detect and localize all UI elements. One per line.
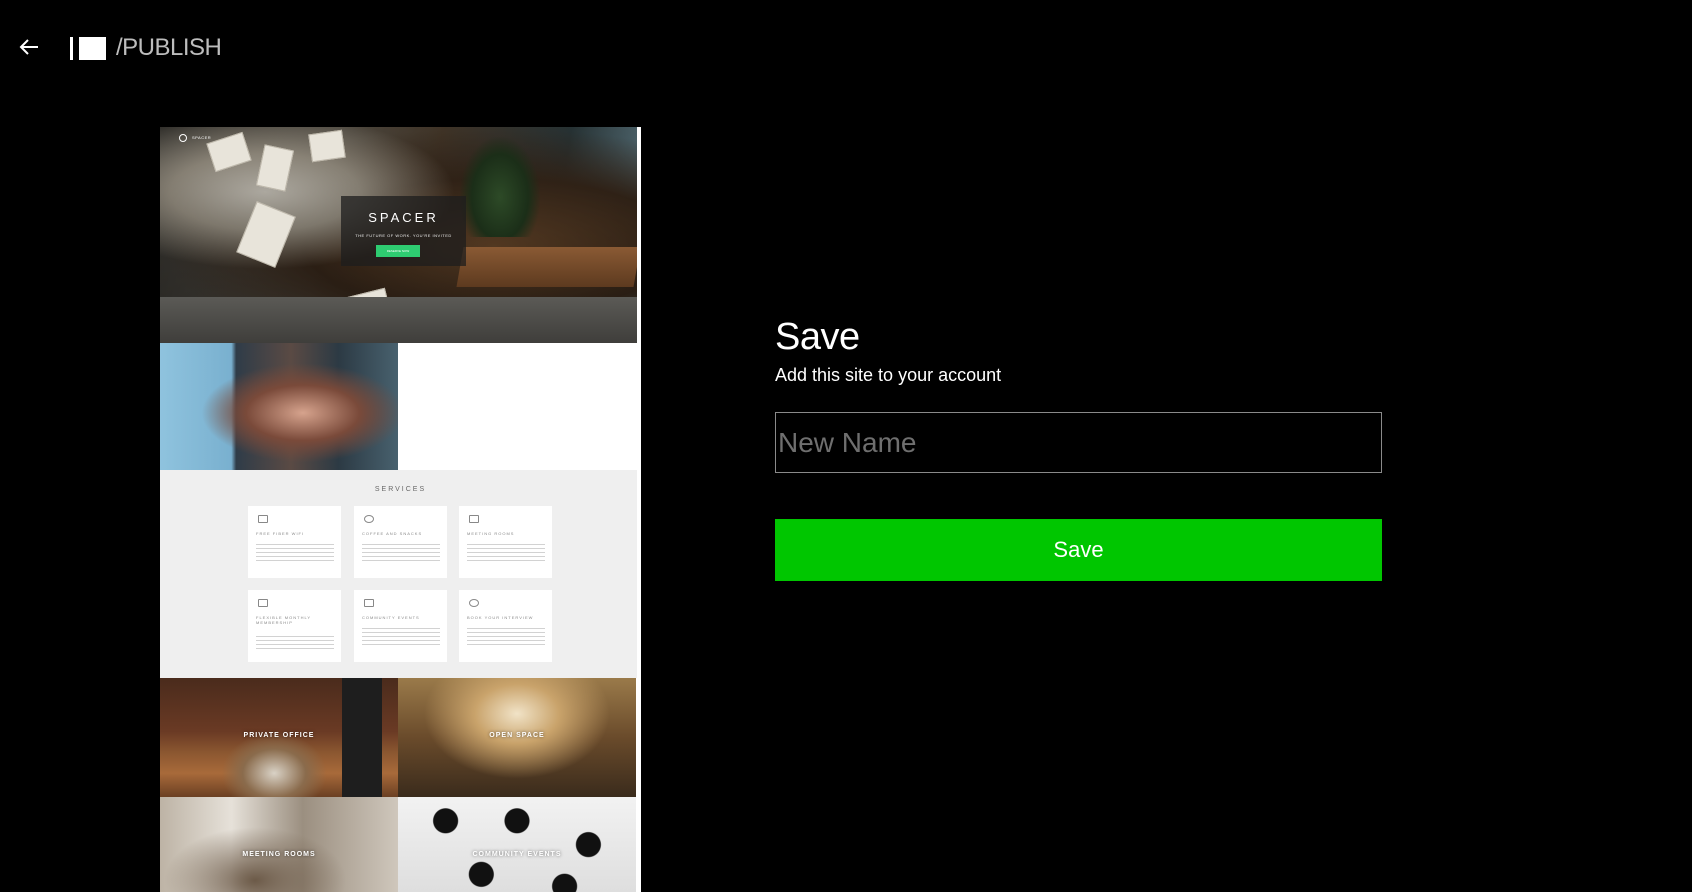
site-preview: SPACER SPACER THE FUTURE OF WORK. YOU'RE… [160, 127, 641, 892]
brand-icon [179, 134, 187, 142]
preview-hero: SPACER SPACER THE FUTURE OF WORK. YOU'RE… [160, 127, 637, 343]
tile-label: COMMUNITY EVENTS [472, 851, 562, 858]
newspaper-decoration [206, 131, 252, 173]
hero-plant [460, 137, 540, 237]
newspaper-decoration [308, 129, 346, 163]
tile-label: PRIVATE OFFICE [243, 732, 315, 739]
meeting-icon [469, 515, 479, 523]
breadcrumb: /PUBLISH [116, 34, 222, 61]
hero-title: SPACER [368, 210, 439, 225]
preview-brand: SPACER [192, 135, 212, 140]
hero-cta-button: RESERVE NOW [376, 245, 420, 257]
service-name: COMMUNITY EVENTS [362, 615, 420, 620]
publisher-logo-icon[interactable] [70, 37, 106, 60]
service-name: FLEXIBLE MONTHLY MEMBERSHIP [256, 615, 311, 625]
newspaper-decoration [236, 201, 296, 268]
service-card: FREE FIBER WIFI [248, 506, 341, 578]
save-subtitle: Add this site to your account [775, 365, 1002, 385]
brain-icon [469, 599, 479, 607]
hero-table [456, 247, 637, 287]
services-title: SERVICES [374, 486, 427, 493]
service-card: COMMUNITY EVENTS [354, 590, 447, 662]
hero-floor [160, 297, 637, 343]
service-text [256, 544, 334, 562]
site-name-input[interactable] [775, 412, 1382, 473]
save-button[interactable]: Save [775, 519, 1382, 581]
service-name: FREE FIBER WIFI [256, 531, 305, 536]
service-card: COFFEE AND SNACKS [354, 506, 447, 578]
service-card: BOOK YOUR INTERVIEW [459, 590, 552, 662]
tile-open-space: OPEN SPACE [398, 678, 636, 797]
service-text [362, 544, 440, 562]
tile-community-events: COMMUNITY EVENTS [398, 797, 636, 892]
preview-intro-row [160, 343, 637, 470]
tile-meeting-rooms: MEETING ROOMS [160, 797, 398, 892]
cafe-photo [160, 343, 398, 470]
service-text [362, 628, 440, 646]
preview-services: SERVICES FREE FIBER WIFI COFFEE AND SNAC… [160, 470, 637, 678]
top-bar: /PUBLISH [0, 0, 1692, 96]
tile-label: OPEN SPACE [489, 732, 545, 739]
service-name: MEETING ROOMS [467, 531, 515, 536]
save-title: Save [775, 316, 860, 358]
monitor-icon [258, 515, 268, 523]
service-card: MEETING ROOMS [459, 506, 552, 578]
service-text [467, 628, 545, 646]
hero-subtitle: THE FUTURE OF WORK. YOU'RE INVITED [355, 233, 452, 238]
calendar-icon [364, 599, 374, 607]
newspaper-decoration [255, 144, 295, 192]
coffee-icon [364, 515, 374, 523]
tile-private-office: PRIVATE OFFICE [160, 678, 398, 797]
tile-label: MEETING ROOMS [242, 851, 316, 858]
arrow-left-icon[interactable] [18, 36, 40, 58]
service-card: FLEXIBLE MONTHLY MEMBERSHIP [248, 590, 341, 662]
service-name: COFFEE AND SNACKS [362, 531, 423, 536]
service-text [256, 636, 334, 650]
service-text [467, 544, 545, 562]
service-name: BOOK YOUR INTERVIEW [467, 615, 534, 620]
truck-icon [258, 599, 268, 607]
